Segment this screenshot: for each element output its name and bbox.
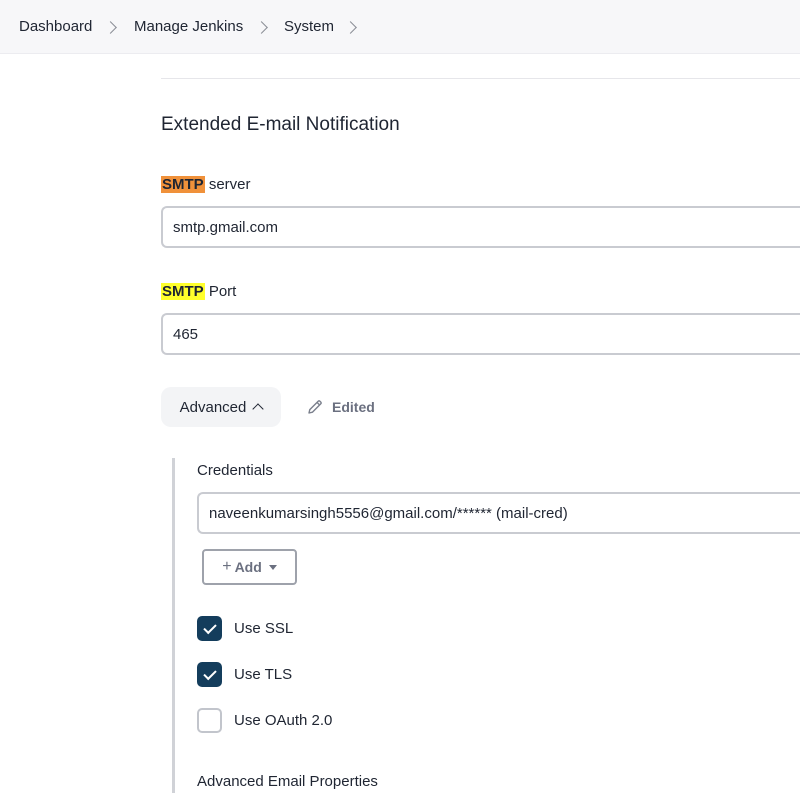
pencil-icon bbox=[308, 400, 322, 414]
use-oauth-option[interactable]: Use OAuth 2.0 bbox=[197, 708, 332, 733]
chevron-right-icon[interactable] bbox=[344, 21, 357, 34]
use-tls-option[interactable]: Use TLS bbox=[197, 662, 292, 687]
smtp-port-label-rest: Port bbox=[204, 283, 237, 300]
edited-indicator: Edited bbox=[306, 398, 375, 416]
checkmark-icon bbox=[202, 620, 217, 634]
breadcrumb: Dashboard Manage Jenkins System bbox=[0, 0, 800, 54]
add-button-label: Add bbox=[234, 559, 262, 575]
use-ssl-label: Use SSL bbox=[234, 620, 294, 637]
checkmark-icon bbox=[202, 666, 217, 680]
advanced-toggle-button[interactable]: Advanced bbox=[161, 387, 281, 427]
section-divider bbox=[161, 78, 800, 79]
chevron-up-icon bbox=[252, 403, 265, 415]
credentials-select[interactable] bbox=[197, 492, 800, 534]
use-oauth-label: Use OAuth 2.0 bbox=[234, 712, 333, 729]
use-ssl-option[interactable]: Use SSL bbox=[197, 616, 293, 641]
advanced-panel-border bbox=[172, 458, 175, 793]
breadcrumb-manage-jenkins[interactable]: Manage Jenkins bbox=[134, 18, 243, 35]
advanced-button-label: Advanced bbox=[179, 398, 247, 416]
edited-label: Edited bbox=[332, 399, 375, 415]
add-credentials-button[interactable]: + Add bbox=[202, 549, 297, 585]
smtp-port-input[interactable] bbox=[161, 313, 800, 355]
breadcrumb-system[interactable]: System bbox=[284, 18, 334, 35]
smtp-server-label-rest: server bbox=[204, 176, 251, 193]
chevron-right-icon bbox=[104, 21, 117, 34]
use-tls-label: Use TLS bbox=[234, 666, 293, 683]
caret-down-icon bbox=[268, 564, 277, 570]
smtp-port-label: SMTP Port bbox=[161, 283, 236, 300]
smtp-server-input[interactable] bbox=[161, 206, 800, 248]
smtp-search-highlight: SMTP bbox=[161, 176, 205, 193]
smtp-search-highlight: SMTP bbox=[161, 283, 205, 300]
advanced-email-properties-label: Advanced Email Properties bbox=[197, 773, 378, 790]
breadcrumb-dashboard[interactable]: Dashboard bbox=[19, 18, 92, 35]
use-tls-checkbox[interactable] bbox=[197, 662, 222, 687]
plus-icon: + bbox=[222, 558, 232, 575]
use-ssl-checkbox[interactable] bbox=[197, 616, 222, 641]
use-oauth-checkbox[interactable] bbox=[197, 708, 222, 733]
section-title: Extended E-mail Notification bbox=[161, 114, 400, 135]
smtp-server-label: SMTP server bbox=[161, 176, 251, 193]
chevron-right-icon bbox=[255, 21, 268, 34]
credentials-label: Credentials bbox=[197, 462, 273, 479]
